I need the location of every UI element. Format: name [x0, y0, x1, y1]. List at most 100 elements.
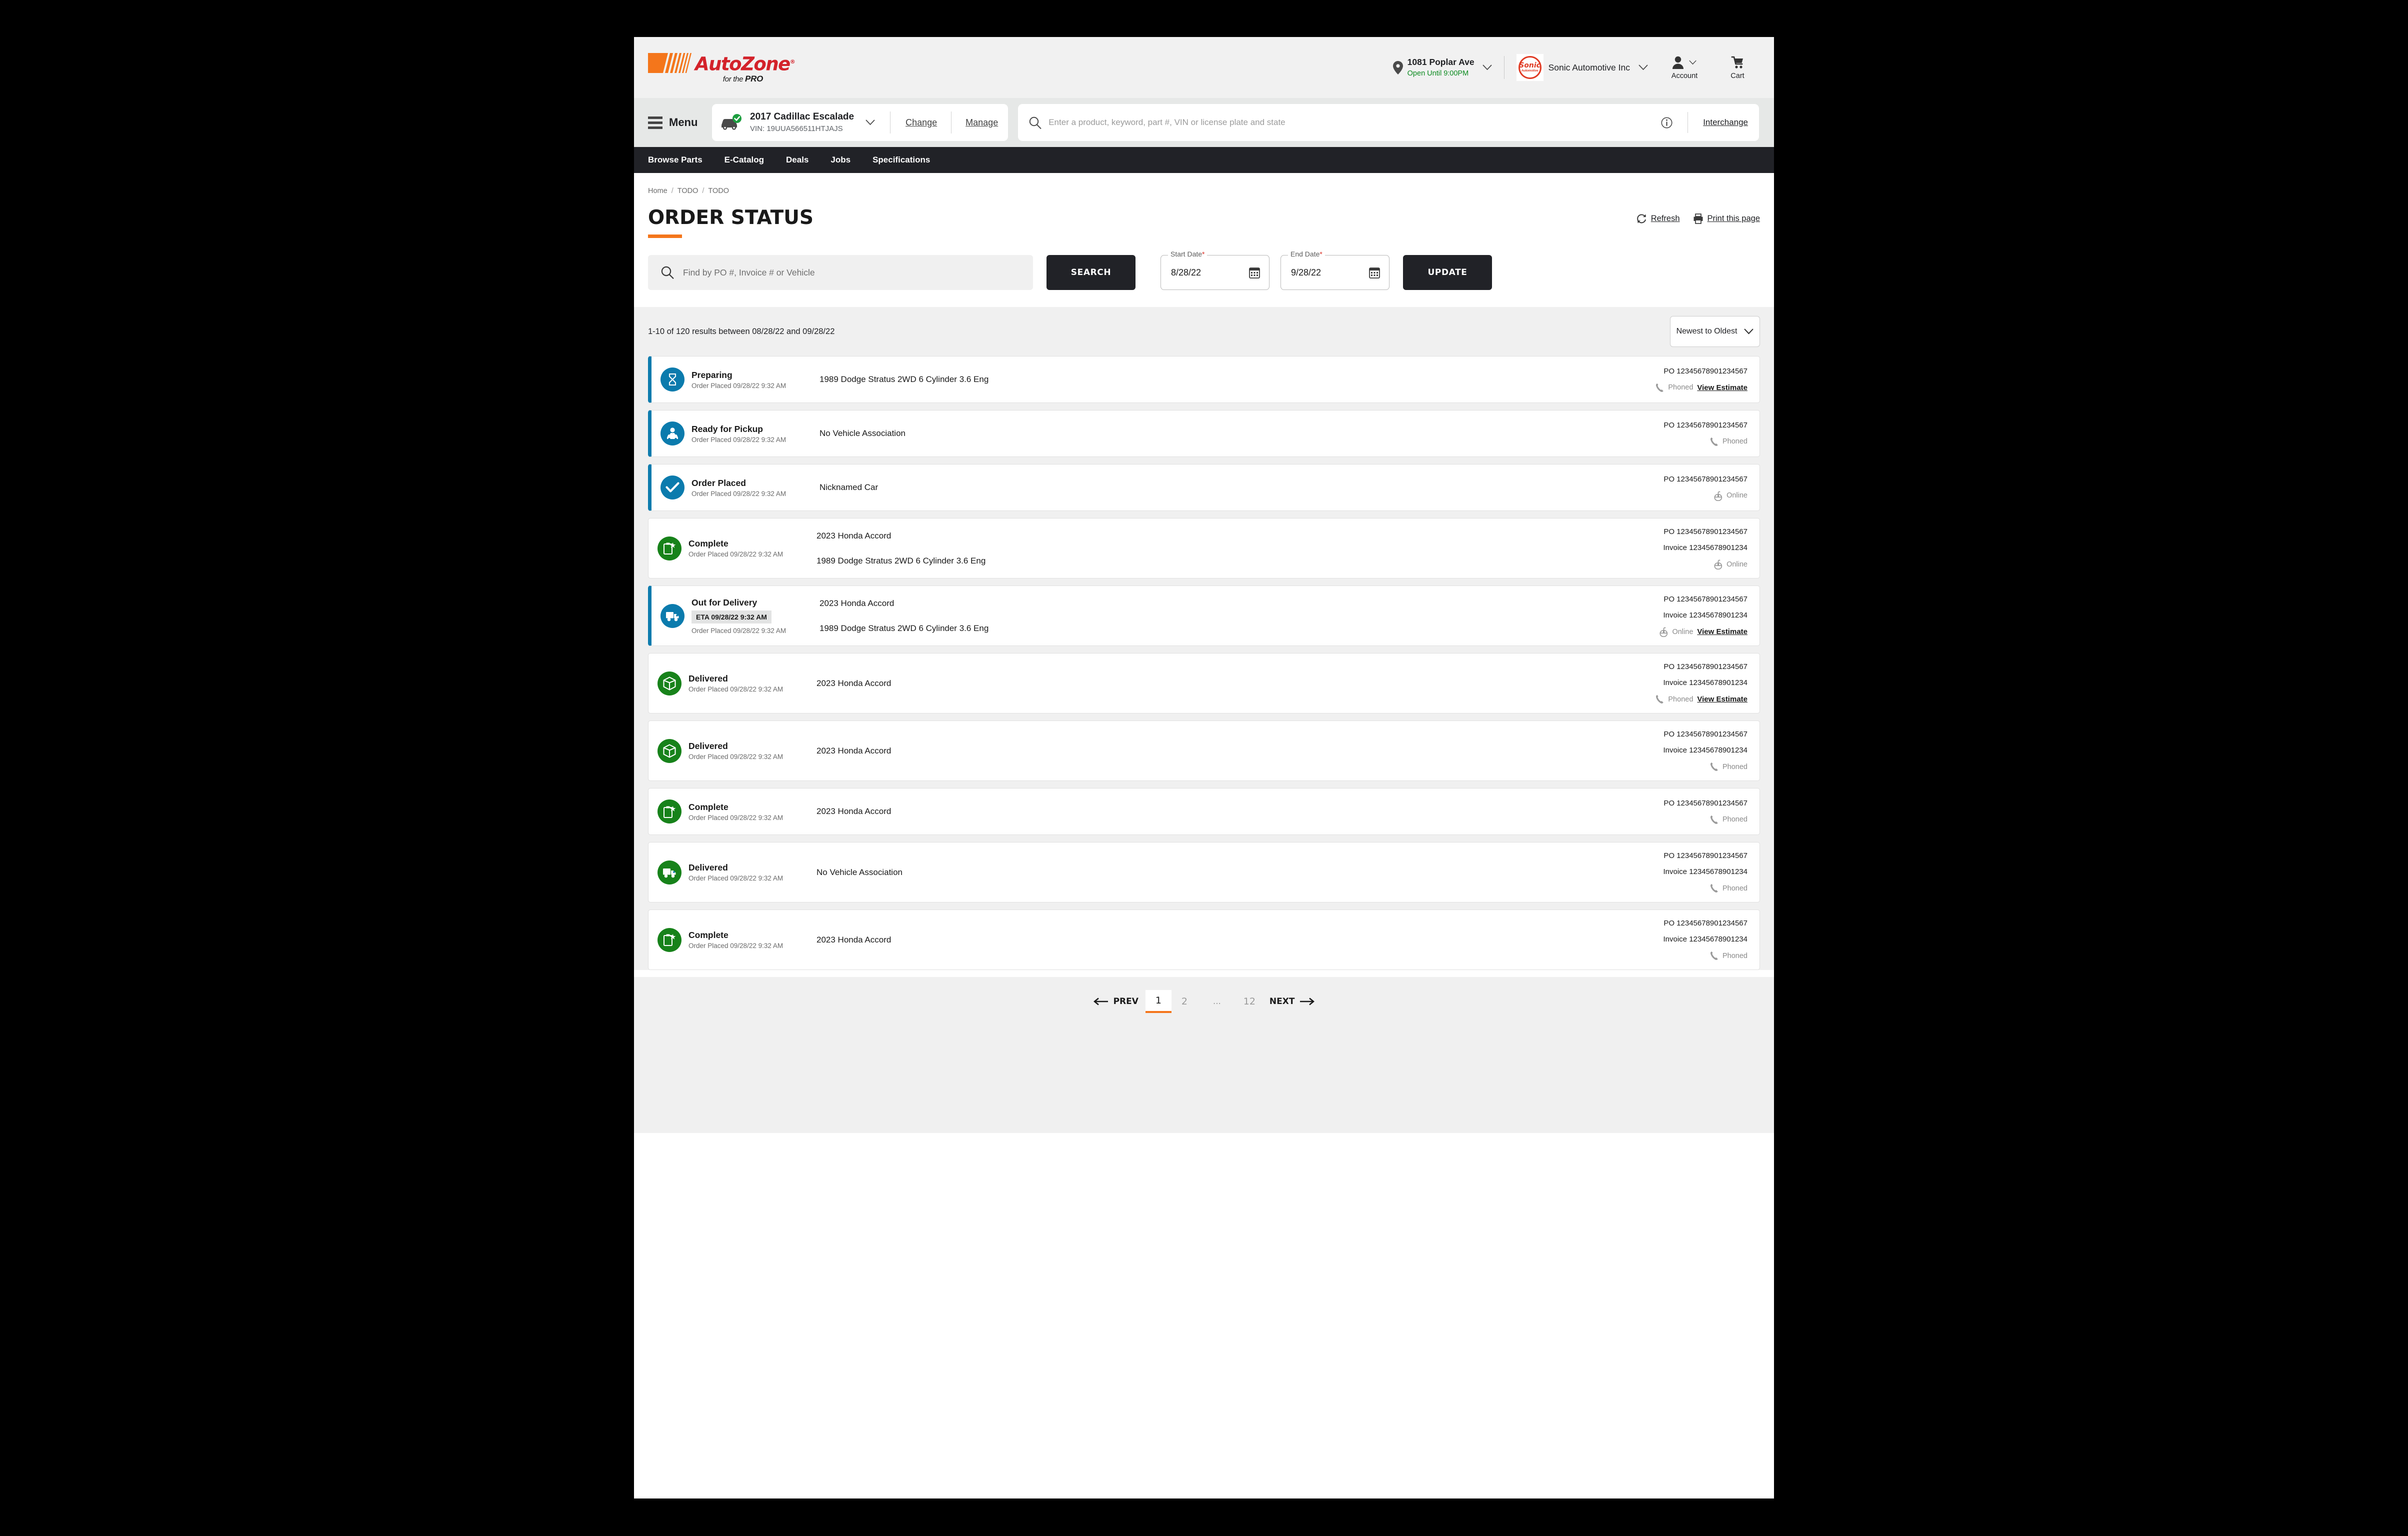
package-icon: [658, 671, 682, 696]
change-vehicle-link[interactable]: Change: [906, 118, 937, 128]
view-estimate-link[interactable]: View Estimate: [1697, 384, 1748, 392]
sort-value: Newest to Oldest: [1676, 327, 1738, 336]
view-estimate-link[interactable]: View Estimate: [1697, 628, 1748, 636]
chevron-down-icon[interactable]: [1689, 60, 1696, 65]
calendar-icon[interactable]: [1249, 266, 1260, 278]
order-card[interactable]: Delivered Order Placed 09/28/22 9:32 AM …: [648, 653, 1760, 714]
search-button[interactable]: SEARCH: [1046, 255, 1136, 290]
order-card[interactable]: Complete Order Placed 09/28/22 9:32 AM 2…: [648, 788, 1760, 835]
nav-item-jobs[interactable]: Jobs: [830, 155, 850, 165]
order-eta-badge: ETA 09/28/22 9:32 AM: [692, 610, 772, 624]
order-vehicle-cell: 2023 Honda Accord: [814, 730, 1582, 772]
order-list: Preparing Order Placed 09/28/22 9:32 AM …: [634, 356, 1774, 970]
update-button[interactable]: UPDATE: [1403, 255, 1492, 290]
page-button-12[interactable]: 12: [1236, 990, 1262, 1013]
print-button[interactable]: Print this page: [1693, 214, 1760, 224]
prev-page-button[interactable]: PREV: [1093, 996, 1138, 1006]
nav-item-deals[interactable]: Deals: [786, 155, 808, 165]
clipboard-star-icon: [658, 800, 682, 824]
nav-item-browse-parts[interactable]: Browse Parts: [648, 155, 702, 165]
hourglass-icon: [660, 368, 684, 392]
autozone-wordmark: AutoZone®: [695, 53, 796, 75]
order-detail-cell: PO 12345678901234567 Invoice 12345678901…: [1582, 595, 1748, 638]
vehicle-title: 2017 Cadillac Escalade: [750, 112, 854, 122]
order-po: PO 12345678901234567: [1664, 366, 1748, 376]
start-date-value[interactable]: 8/28/22: [1171, 268, 1249, 278]
order-status-cell: Delivered Order Placed 09/28/22 9:32 AM: [648, 662, 814, 704]
search-icon: [661, 266, 674, 279]
cart-button[interactable]: Cart: [1719, 55, 1756, 80]
find-order-field[interactable]: Find by PO #, Invoice # or Vehicle: [648, 255, 1033, 290]
info-icon[interactable]: [1661, 117, 1672, 128]
start-date-label: Start Date*: [1168, 250, 1208, 258]
chevron-down-icon[interactable]: [866, 120, 875, 126]
results-count: 1-10 of 120 results between 08/28/22 and…: [648, 326, 835, 336]
autozone-tagline: for the PRO: [722, 74, 764, 84]
order-status-cell: Order Placed Order Placed 09/28/22 9:32 …: [652, 474, 816, 502]
phone-icon: [1710, 815, 1718, 824]
browser-page: AutoZone® for the PRO 1081 Poplar Ave Op…: [634, 37, 1774, 1498]
account-menu[interactable]: Account: [1666, 55, 1703, 80]
delivery-truck-icon: [660, 604, 684, 628]
order-detail-cell: PO 12345678901234567 Invoice 12345678901…: [1582, 662, 1748, 704]
order-card[interactable]: Out for Delivery ETA 09/28/22 9:32 AM Or…: [648, 586, 1760, 646]
store-selector[interactable]: 1081 Poplar Ave Open Until 9:00PM: [1392, 57, 1492, 78]
vehicle-search-bar: Menu 2017 Cadillac Escalade VIN: 19UUA56…: [634, 98, 1774, 147]
order-vehicle-cell: No Vehicle Association: [814, 852, 1582, 893]
order-channel: Phoned: [1722, 762, 1748, 771]
sort-dropdown[interactable]: Newest to Oldest: [1670, 316, 1760, 347]
order-channel: Phoned: [1668, 695, 1694, 704]
breadcrumb-level-2[interactable]: TODO: [678, 187, 698, 195]
manage-vehicle-link[interactable]: Manage: [966, 118, 998, 128]
results-summary-bar: 1-10 of 120 results between 08/28/22 and…: [634, 307, 1774, 356]
refresh-button[interactable]: Refresh: [1636, 214, 1680, 224]
nav-item-e-catalog[interactable]: E-Catalog: [724, 155, 764, 165]
order-status-label: Out for Delivery: [692, 597, 758, 608]
order-invoice: Invoice 12345678901234: [1663, 935, 1748, 944]
page-button-2[interactable]: 2: [1172, 990, 1198, 1013]
page-footer-space: [634, 1033, 1774, 1133]
order-card[interactable]: Ready for Pickup Order Placed 09/28/22 9…: [648, 410, 1760, 457]
calendar-icon[interactable]: [1369, 266, 1380, 278]
find-order-input[interactable]: Find by PO #, Invoice # or Vehicle: [683, 268, 815, 278]
phone-icon: [1710, 762, 1718, 772]
order-detail-cell: PO 12345678901234567 Phoned View Estimat…: [1582, 366, 1748, 394]
menu-button[interactable]: Menu: [648, 116, 712, 129]
order-channel: Phoned: [1722, 816, 1748, 824]
order-card[interactable]: Complete Order Placed 09/28/22 9:32 AM 2…: [648, 910, 1760, 970]
order-detail-cell: PO 12345678901234567 Invoice 12345678901…: [1582, 730, 1748, 772]
order-card[interactable]: Delivered Order Placed 09/28/22 9:32 AM …: [648, 720, 1760, 781]
start-date-field[interactable]: Start Date* 8/28/22: [1160, 250, 1270, 290]
autozone-logo[interactable]: AutoZone® for the PRO: [648, 51, 796, 84]
order-card[interactable]: Delivered Order Placed 09/28/22 9:32 AM …: [648, 842, 1760, 902]
chevron-down-icon[interactable]: [1482, 64, 1492, 70]
mouse-icon: [1660, 627, 1668, 638]
global-search[interactable]: Enter a product, keyword, part #, VIN or…: [1018, 104, 1759, 141]
next-page-button[interactable]: NEXT: [1270, 996, 1315, 1006]
order-card[interactable]: Preparing Order Placed 09/28/22 9:32 AM …: [648, 356, 1760, 403]
refresh-label: Refresh: [1650, 214, 1680, 223]
order-channel: Online: [1672, 628, 1694, 636]
search-input[interactable]: Enter a product, keyword, part #, VIN or…: [1048, 118, 1654, 128]
order-channel-row: Phoned: [1582, 437, 1748, 446]
vehicle-selector[interactable]: 2017 Cadillac Escalade VIN: 19UUA566511H…: [712, 104, 1008, 141]
order-card[interactable]: Order Placed Order Placed 09/28/22 9:32 …: [648, 464, 1760, 511]
end-date-field[interactable]: End Date* 9/28/22: [1280, 250, 1390, 290]
location-pin-icon: [1392, 60, 1403, 74]
interchange-link[interactable]: Interchange: [1703, 118, 1748, 128]
company-selector[interactable]: Sonic Automotive Sonic Automotive Inc: [1516, 54, 1648, 81]
order-channel: Phoned: [1722, 884, 1748, 892]
nav-item-specifications[interactable]: Specifications: [872, 155, 930, 165]
order-invoice: Invoice 12345678901234: [1663, 678, 1748, 687]
breadcrumb-home[interactable]: Home: [648, 187, 668, 195]
view-estimate-link[interactable]: View Estimate: [1697, 695, 1748, 704]
end-date-value[interactable]: 9/28/22: [1291, 268, 1369, 278]
page-button-1[interactable]: 1: [1145, 990, 1172, 1013]
order-card[interactable]: Complete Order Placed 09/28/22 9:32 AM 2…: [648, 518, 1760, 578]
order-invoice: Invoice 12345678901234: [1663, 611, 1748, 620]
order-placed-date: Order Placed 09/28/22 9:32 AM: [688, 942, 784, 950]
page-ellipsis: ...: [1212, 996, 1221, 1006]
order-status-label: Delivered: [688, 674, 728, 684]
chevron-down-icon[interactable]: [1638, 64, 1648, 70]
order-channel: Online: [1726, 560, 1748, 568]
